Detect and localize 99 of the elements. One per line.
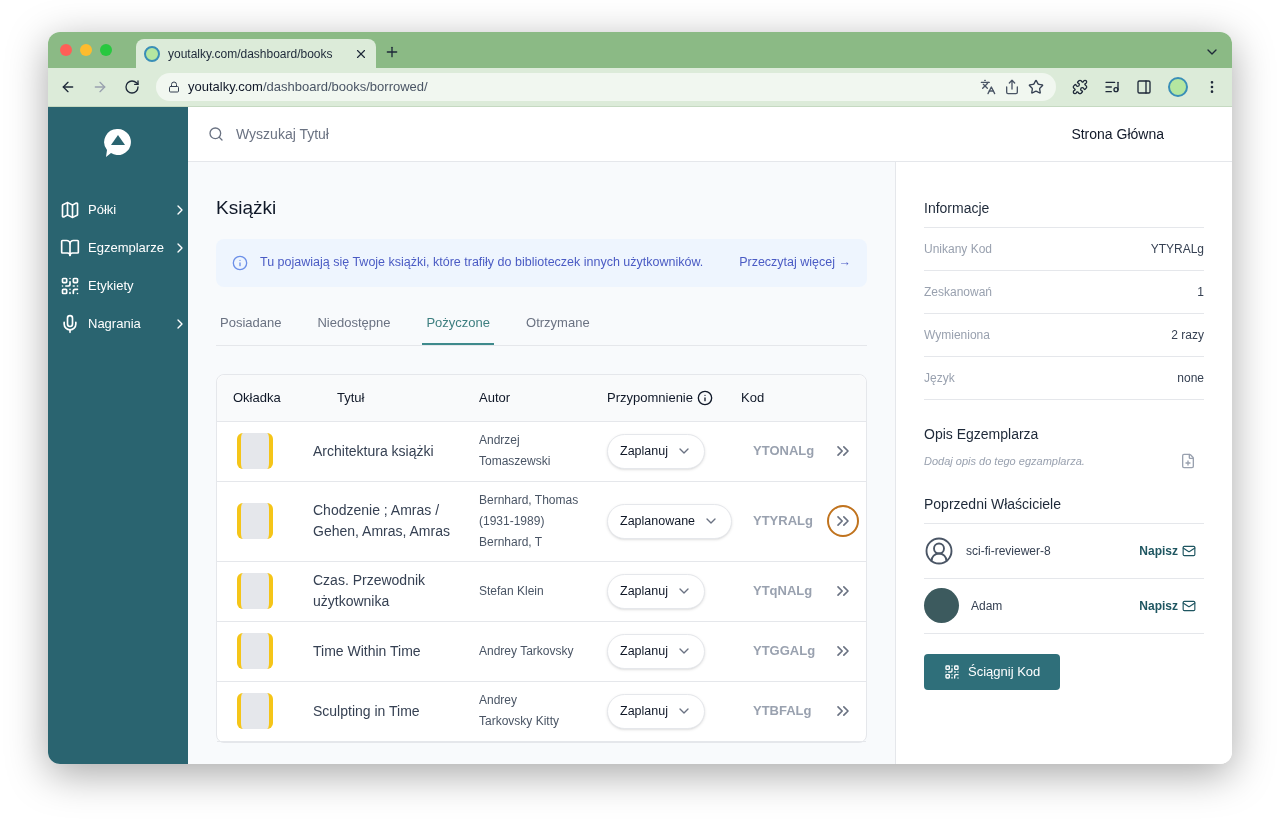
- book-row[interactable]: Time Within Time Andrey Tarkovsky Zaplanuj YTGGALg: [217, 621, 866, 682]
- book-cover-thumbnail: [237, 503, 273, 539]
- home-link[interactable]: Strona Główna: [1071, 123, 1164, 145]
- info-value: none: [1177, 370, 1204, 387]
- info-icon: [232, 254, 248, 271]
- section-title: Opis Egzemplarza: [924, 425, 1040, 444]
- author-name: Bernhard, T: [479, 533, 544, 551]
- download-code-button[interactable]: Ściągnij Kod: [924, 653, 1061, 690]
- site-favicon-icon: [144, 45, 160, 62]
- sidebar-item-icon: [60, 238, 80, 258]
- reminder-dropdown[interactable]: Zaplanowane: [607, 503, 733, 539]
- book-cover-thumbnail: [237, 433, 273, 469]
- column-header: Autor: [479, 388, 512, 407]
- mail-icon: [1182, 543, 1196, 558]
- book-code: YTBFALg: [752, 702, 813, 721]
- book-title: Sculpting in Time: [313, 701, 421, 721]
- sidebar-item-icon: [60, 276, 80, 296]
- info-label: Wymieniona: [924, 327, 990, 344]
- reminder-dropdown[interactable]: Zaplanuj: [607, 573, 705, 609]
- book-code: YTONALg: [752, 442, 816, 461]
- translate-icon[interactable]: [980, 79, 996, 95]
- book-code: YTqNALg: [752, 582, 814, 601]
- share-icon[interactable]: [1004, 79, 1020, 95]
- qr-code-icon: [944, 663, 960, 680]
- sidebar-item-icon: [60, 314, 80, 334]
- book-code: YTGGALg: [752, 642, 817, 661]
- book-cover-thumbnail: [237, 573, 273, 609]
- address-bar[interactable]: youtalky.com/dashboard/books/borrowed/: [156, 73, 1056, 101]
- book-code: YTYRALg: [752, 512, 814, 531]
- owner-name: Adam: [971, 597, 1004, 615]
- user-avatar: [924, 588, 959, 623]
- tab[interactable]: Pożyczone: [422, 302, 495, 345]
- book-title: Architektura książki: [313, 441, 435, 461]
- reload-icon[interactable]: [124, 79, 140, 95]
- column-header: Tytuł: [336, 388, 366, 407]
- info-label: Unikany Kod: [924, 241, 993, 258]
- author-name: Andrey Tarkovsky: [479, 642, 575, 660]
- sidebar-item[interactable]: Nagrania: [48, 305, 188, 343]
- book-row[interactable]: Chodzenie ; Amras / Gehen, Amras, Amras Bernhard, Thomas (1931-1989) Bernhard, T Zaplanowane YTYRALg: [217, 481, 866, 562]
- book-title: Chodzenie ; Amras / Gehen, Amras, Amras: [313, 501, 451, 541]
- lock-icon: [168, 81, 180, 93]
- sidebar-item[interactable]: Półki: [48, 191, 188, 229]
- info-label: Język: [924, 370, 955, 387]
- book-row[interactable]: Sculpting in Time Andrey Tarkovsky Kitty Zaplanuj YTBFALg: [217, 681, 866, 742]
- author-name: Stefan Klein: [479, 582, 545, 600]
- author-name: Andrzej: [479, 432, 521, 449]
- book-cover-thumbnail: [237, 693, 273, 729]
- book-row[interactable]: Czas. Przewodnik użytkownika Stefan Klein Zaplanuj YTqNALg: [217, 561, 866, 622]
- search-field[interactable]: Wyszukaj Tytuł: [236, 123, 1060, 145]
- open-details-button[interactable]: [827, 505, 859, 537]
- profile-avatar[interactable]: [1168, 77, 1188, 97]
- column-header: Kod: [741, 388, 766, 407]
- logo-icon: [102, 127, 134, 159]
- page-title: Książki: [216, 196, 278, 220]
- reminder-dropdown[interactable]: Zaplanuj: [607, 433, 705, 469]
- info-value: 1: [1197, 284, 1204, 301]
- info-label: Zeskanowań: [924, 284, 993, 301]
- mail-icon: [1182, 598, 1196, 613]
- reminder-dropdown[interactable]: Zaplanuj: [607, 693, 705, 729]
- author-name: Andrey: [479, 692, 519, 709]
- new-tab-icon[interactable]: [384, 44, 400, 60]
- column-header: Okładka: [233, 388, 282, 407]
- author-name: Tomaszewski: [479, 453, 552, 470]
- book-row[interactable]: Architektura książki Andrzej Tomaszewski Zaplanuj YTONALg: [217, 421, 866, 482]
- tab[interactable]: Posiadane: [216, 302, 286, 345]
- browser-tab[interactable]: youtalky.com/dashboard/books: [136, 39, 376, 68]
- user-icon: [924, 535, 954, 566]
- message-button[interactable]: Napisz: [1139, 596, 1196, 615]
- owner-name: sci-fi-reviewer-8: [966, 542, 1052, 560]
- tab[interactable]: Otrzymane: [522, 302, 594, 345]
- tab-title: youtalky.com/dashboard/books: [168, 45, 334, 63]
- book-title: Time Within Time: [313, 641, 422, 661]
- notice-text: Tu pojawiają się Twoje książki, które trafiły do biblioteczek innych użytkowników.: [260, 254, 705, 272]
- url-text: youtalky.com/dashboard/books/borrowed/: [188, 78, 429, 97]
- extensions-icon[interactable]: [1072, 79, 1088, 95]
- column-header: Przypomnienie: [607, 387, 741, 408]
- read-more-link[interactable]: Przeczytaj więcej →: [739, 253, 851, 272]
- media-icon[interactable]: [1104, 79, 1120, 95]
- book-cover-thumbnail: [237, 633, 273, 669]
- section-title: Informacje: [924, 198, 1204, 228]
- tab[interactable]: Niedostępne: [313, 302, 395, 345]
- message-button[interactable]: Napisz: [1139, 541, 1196, 560]
- section-title: Poprzedni Właściciele: [924, 493, 1204, 524]
- info-icon: [697, 389, 713, 406]
- book-title: Czas. Przewodnik użytkownika: [313, 571, 427, 611]
- author-name: (1931-1989): [479, 512, 546, 530]
- search-icon: [208, 126, 224, 142]
- reminder-dropdown[interactable]: Zaplanuj: [607, 633, 705, 669]
- author-name: Bernhard, Thomas: [479, 491, 580, 509]
- info-value: YTYRALg: [1150, 241, 1204, 258]
- author-name: Tarkovsky Kitty: [479, 713, 560, 730]
- side-panel-icon[interactable]: [1136, 79, 1152, 95]
- bookmark-star-icon[interactable]: [1028, 79, 1044, 95]
- info-value: 2 razy: [1171, 327, 1204, 344]
- add-file-icon[interactable]: [1180, 453, 1196, 470]
- sidebar-item[interactable]: Egzemplarze: [48, 229, 188, 267]
- sidebar-item[interactable]: Etykiety: [48, 267, 188, 305]
- back-icon[interactable]: [60, 79, 76, 95]
- sidebar-item-icon: [60, 200, 80, 220]
